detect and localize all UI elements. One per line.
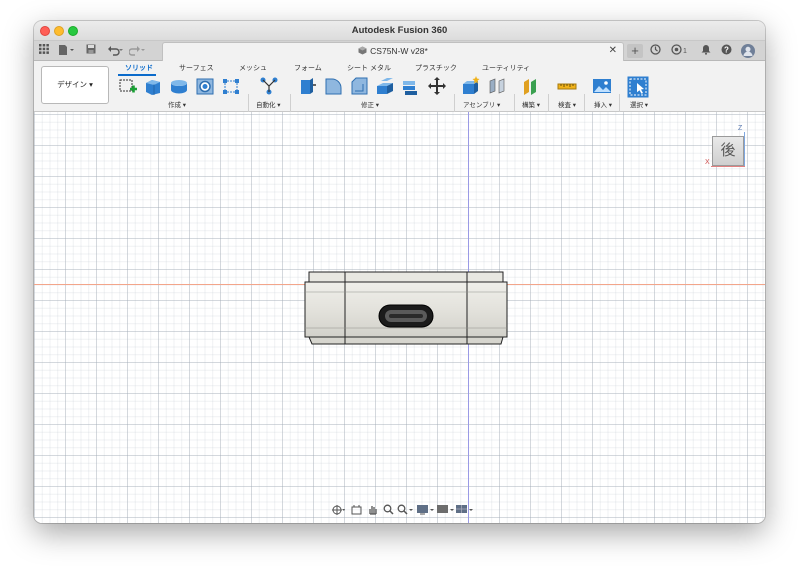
viewports-icon[interactable] bbox=[455, 504, 475, 516]
pattern-icon[interactable] bbox=[221, 76, 241, 96]
viewcube-x-label: X bbox=[705, 159, 710, 166]
offset-plane-icon[interactable] bbox=[521, 76, 541, 96]
display-settings-icon[interactable] bbox=[416, 504, 436, 516]
combine-icon[interactable] bbox=[401, 76, 421, 96]
shell-icon[interactable] bbox=[375, 76, 395, 96]
online-status-icon[interactable]: 1 bbox=[668, 44, 690, 58]
group-inspect-label[interactable]: 検査 ▾ bbox=[558, 99, 576, 109]
group-assemble-label[interactable]: アセンブリ ▾ bbox=[463, 99, 500, 109]
tab-solid[interactable]: ソリッド bbox=[125, 63, 153, 73]
ribbon-toolbar: デザイン ▾ ソリッド サーフェス メッシュ フォーム シート メタル プラスチ… bbox=[34, 61, 765, 124]
orbit-icon[interactable] bbox=[330, 504, 346, 516]
tab-mesh[interactable]: メッシュ bbox=[239, 63, 267, 73]
close-window-button[interactable] bbox=[40, 26, 50, 36]
group-modify-label[interactable]: 修正 ▾ bbox=[361, 99, 379, 109]
help-icon[interactable]: ? bbox=[720, 44, 732, 58]
maximize-window-button[interactable] bbox=[68, 26, 78, 36]
3d-viewport[interactable]: Z X 後 bbox=[34, 112, 765, 523]
press-pull-icon[interactable] bbox=[297, 76, 317, 96]
fillet-icon[interactable] bbox=[323, 76, 343, 96]
tab-sheet-metal[interactable]: シート メタル bbox=[347, 63, 391, 73]
viewcube-z-label: Z bbox=[738, 125, 743, 132]
notification-count: 1 bbox=[683, 48, 687, 55]
extrude-icon[interactable] bbox=[143, 76, 163, 96]
undo-icon[interactable] bbox=[106, 44, 124, 58]
window-title: Autodesk Fusion 360 bbox=[351, 25, 448, 36]
tab-plastic[interactable]: プラスチック bbox=[415, 63, 457, 73]
revolve-icon[interactable] bbox=[169, 76, 189, 96]
tab-form[interactable]: フォーム bbox=[294, 63, 322, 73]
minimize-window-button[interactable] bbox=[54, 26, 64, 36]
document-tab-title: CS75N-W v28* bbox=[163, 46, 623, 56]
svg-text:?: ? bbox=[724, 45, 729, 54]
grid-menu-icon[interactable] bbox=[38, 44, 50, 58]
new-tab-icon[interactable]: + bbox=[627, 44, 643, 58]
fit-icon[interactable] bbox=[396, 504, 414, 516]
insert-image-icon[interactable] bbox=[592, 76, 612, 96]
viewcube-x-axis bbox=[711, 166, 745, 167]
close-tab-icon[interactable]: ✕ bbox=[609, 45, 617, 56]
joint-icon[interactable] bbox=[487, 76, 507, 96]
job-status-icon[interactable] bbox=[648, 44, 662, 58]
navigation-bar bbox=[34, 500, 765, 520]
redo-icon[interactable] bbox=[128, 44, 146, 58]
group-automate-label[interactable]: 自動化 ▾ bbox=[256, 99, 281, 109]
hole-icon[interactable] bbox=[195, 76, 215, 96]
tab-utilities[interactable]: ユーティリティ bbox=[482, 63, 530, 73]
tab-surface[interactable]: サーフェス bbox=[179, 63, 214, 73]
pan-icon[interactable] bbox=[365, 504, 379, 516]
group-create-label[interactable]: 作成 ▾ bbox=[168, 99, 186, 109]
file-menu-icon[interactable] bbox=[57, 44, 75, 58]
tab-bar: CS75N-W v28* ✕ + 1 ? bbox=[34, 41, 765, 61]
group-insert-label[interactable]: 挿入 ▾ bbox=[594, 99, 612, 109]
measure-icon[interactable] bbox=[557, 76, 577, 96]
look-at-icon[interactable] bbox=[349, 504, 363, 516]
zoom-icon[interactable] bbox=[381, 504, 395, 516]
app-window: Autodesk Fusion 360 CS75N-W v28* ✕ + 1 ?… bbox=[34, 21, 765, 523]
automate-icon[interactable] bbox=[259, 76, 279, 96]
select-icon[interactable] bbox=[627, 76, 649, 98]
document-icon bbox=[358, 46, 367, 55]
create-sketch-icon[interactable] bbox=[118, 76, 138, 96]
chamfer-icon[interactable] bbox=[349, 76, 369, 96]
notifications-icon[interactable] bbox=[700, 44, 712, 58]
viewcube[interactable]: 後 bbox=[712, 136, 744, 166]
grid-settings-icon[interactable] bbox=[436, 504, 456, 516]
group-select-label[interactable]: 選択 ▾ bbox=[630, 99, 648, 109]
move-icon[interactable] bbox=[427, 76, 447, 96]
model-body[interactable] bbox=[304, 270, 514, 348]
document-tab[interactable]: CS75N-W v28* ✕ bbox=[162, 42, 624, 61]
group-construct-label[interactable]: 構築 ▾ bbox=[522, 99, 540, 109]
user-avatar-icon[interactable] bbox=[740, 44, 756, 58]
save-icon[interactable] bbox=[85, 44, 97, 58]
viewcube-z-axis bbox=[744, 132, 745, 166]
new-component-icon[interactable] bbox=[461, 76, 481, 96]
title-bar: Autodesk Fusion 360 bbox=[34, 21, 765, 41]
